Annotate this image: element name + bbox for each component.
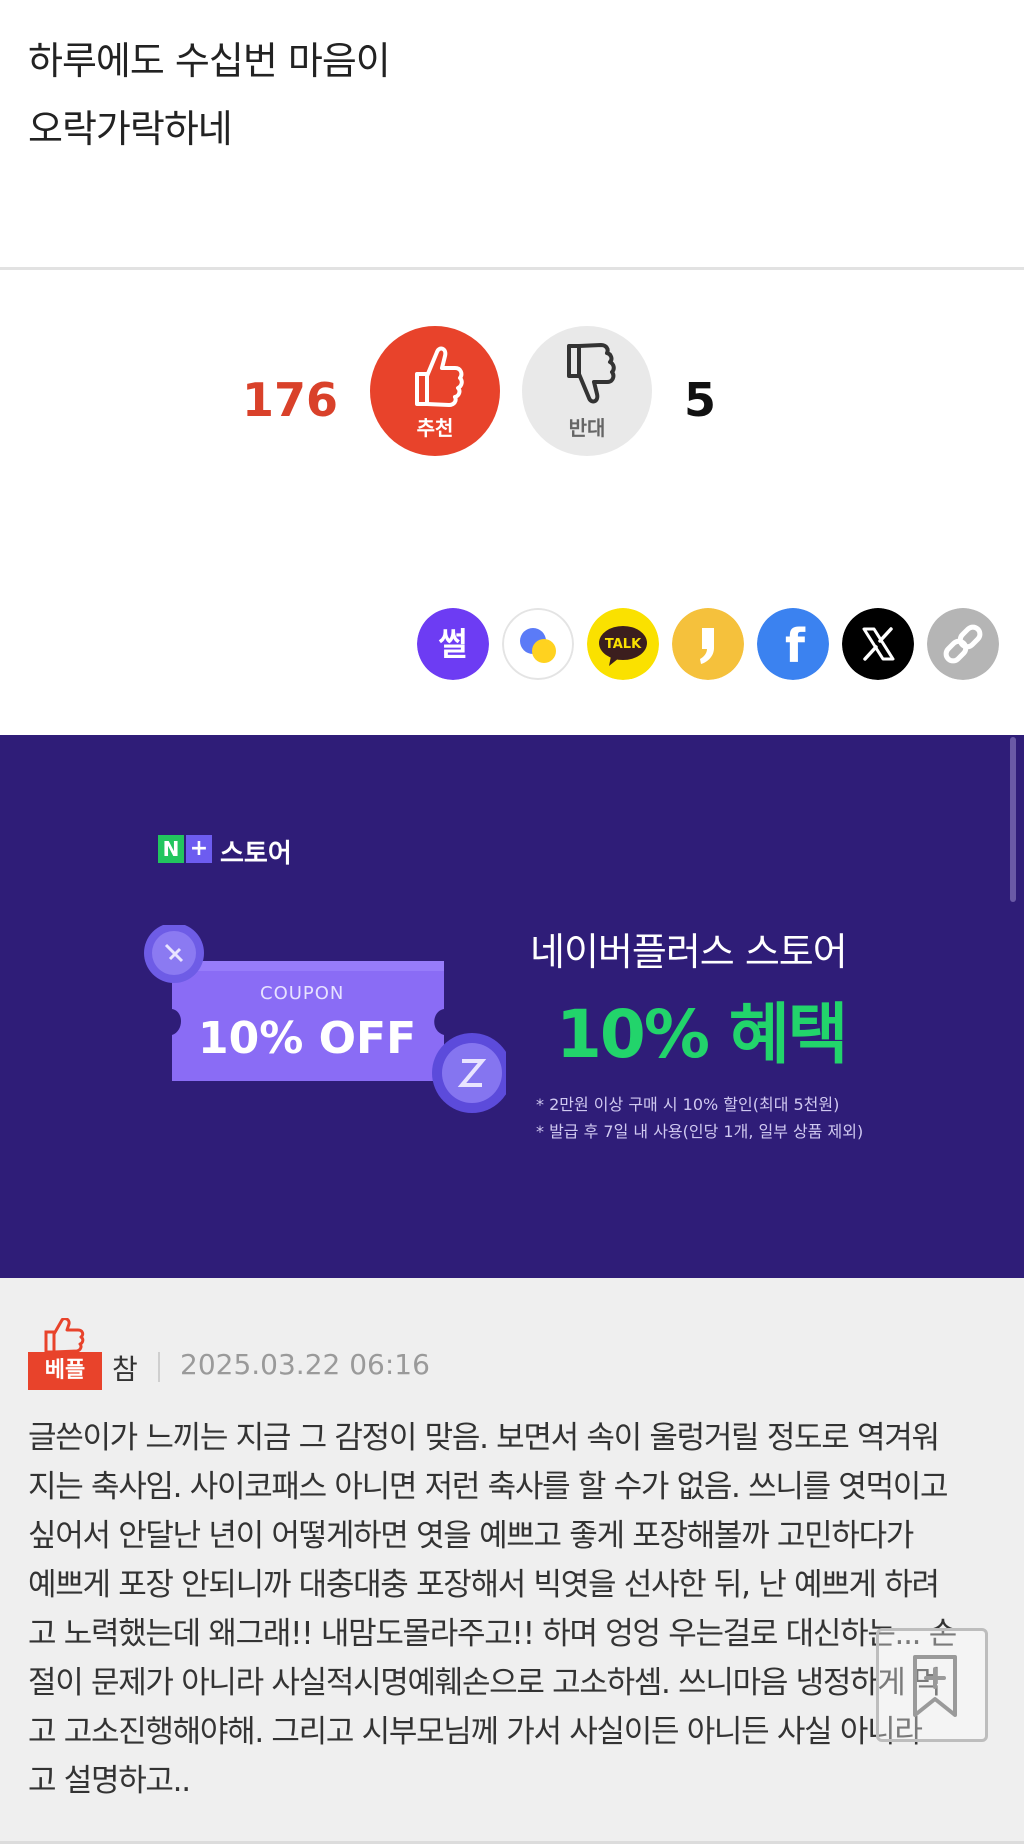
upvote-label: 추천 <box>416 416 454 440</box>
upvote-button[interactable]: 추천 <box>370 326 500 456</box>
comment-line: 예쁘게 포장 안되니까 대충대충 포장해서 빅엿을 선사한 뒤, 난 예쁘게 하… <box>28 1567 940 1603</box>
comment-line: 절이 문제가 아니라 사실적시명예훼손으로 고소하셈. 쓰니마음 냉정하게 먹 <box>28 1665 942 1701</box>
downvote-count: 5 <box>684 373 717 427</box>
downvote-label: 반대 <box>568 416 606 440</box>
comment-date: 2025.03.22 06:16 <box>180 1348 430 1381</box>
x-logo-icon <box>842 608 914 680</box>
comment-text: 글쓴이가 느끼는 지금 그 감정이 맞음. 보면서 속이 울렁거릴 정도로 역겨… <box>28 1414 1003 1806</box>
thumbs-up-icon <box>44 1318 85 1354</box>
best-comment: 베플 참 2025.03.22 06:16 글쓴이가 느끼는 지금 그 감정이 … <box>0 1278 1024 1844</box>
share-kakaostory-button[interactable] <box>672 608 744 680</box>
thumbs-down-icon <box>567 343 616 404</box>
comment-line: 고 설명하고.. <box>28 1763 191 1799</box>
article-line: 오락가락하네 <box>28 107 233 151</box>
thumbs-up-icon <box>415 346 464 407</box>
meta-divider <box>158 1352 160 1382</box>
comment-line: 싶어서 안달난 년이 어떻게하면 엿을 예쁘고 좋게 포장해볼까 고민하다가 <box>28 1518 914 1554</box>
link-icon <box>927 608 999 680</box>
bookmark-button[interactable] <box>876 1628 988 1742</box>
ad-headline: 네이버플러스 스토어 <box>530 930 848 974</box>
article-body: 하루에도 수십번 마음이 오락가락하네 <box>0 0 1024 268</box>
comment-line: 글쓴이가 느끼는 지금 그 감정이 맞음. 보면서 속이 울렁거릴 정도로 역겨… <box>28 1420 940 1456</box>
kakaostory-icon <box>672 608 744 680</box>
logo-plus: + <box>186 835 212 863</box>
share-facebook-button[interactable]: f <box>757 608 829 680</box>
share-bar: 썰 TALK f <box>0 608 1024 684</box>
ad-note: * 2만원 이상 구매 시 10% 할인(최대 5천원) <box>536 1095 840 1114</box>
best-comment-badge: 베플 <box>28 1318 102 1390</box>
coupon-big-text: 10% OFF <box>198 1013 417 1064</box>
share-ssul-button[interactable]: 썰 <box>417 608 489 680</box>
downvote-button[interactable]: 반대 <box>522 326 652 456</box>
logo-store-text: 스토어 <box>220 839 292 869</box>
ad-benefit: 10% 혜택 <box>556 996 848 1073</box>
chat-bubbles-icon <box>502 608 574 680</box>
best-badge-label: 베플 <box>28 1352 102 1390</box>
comment-line: 지는 축사임. 사이코패스 아니면 저런 축사를 할 수가 없음. 쓰니를 엿먹… <box>28 1469 949 1505</box>
ad-note: * 발급 후 7일 내 사용(인당 1개, 일부 상품 제외) <box>536 1122 864 1141</box>
bookmark-add-icon <box>913 1655 957 1717</box>
kakaotalk-icon-text: TALK <box>605 637 642 652</box>
comment-line: 고 고소진행해야해. 그리고 시부모님께 가서 사실이든 아니든 사실 아니라 <box>28 1714 923 1750</box>
ad-banner[interactable]: N + 스토어 COUPON 10% OFF 네이버플러스 스토어 10% 혜택… <box>0 735 1024 1278</box>
logo-n: N <box>158 835 184 863</box>
facebook-icon-text: f <box>785 619 806 673</box>
comment-line: 고 노력했는데 왜그래!! 내맘도몰라주고!! 하며 엉엉 우는걸로 대신하는.… <box>28 1616 957 1652</box>
share-chat-button[interactable] <box>502 608 574 680</box>
ssul-icon: 썰 <box>417 608 489 680</box>
share-x-button[interactable] <box>842 608 914 680</box>
upvote-count: 176 <box>241 373 338 427</box>
vote-section: 176 추천 반대 5 <box>0 270 1024 600</box>
kakaotalk-icon: TALK <box>587 608 659 680</box>
ssul-icon-text: 썰 <box>438 625 467 663</box>
comment-author[interactable]: 참 <box>112 1348 138 1388</box>
article-line: 하루에도 수십번 마음이 <box>28 39 391 83</box>
share-copy-link-button[interactable] <box>927 608 999 680</box>
coupon-small-text: COUPON <box>260 983 345 1004</box>
scrollbar[interactable] <box>1010 737 1016 902</box>
facebook-icon: f <box>757 608 829 680</box>
share-kakaotalk-button[interactable]: TALK <box>587 608 659 680</box>
